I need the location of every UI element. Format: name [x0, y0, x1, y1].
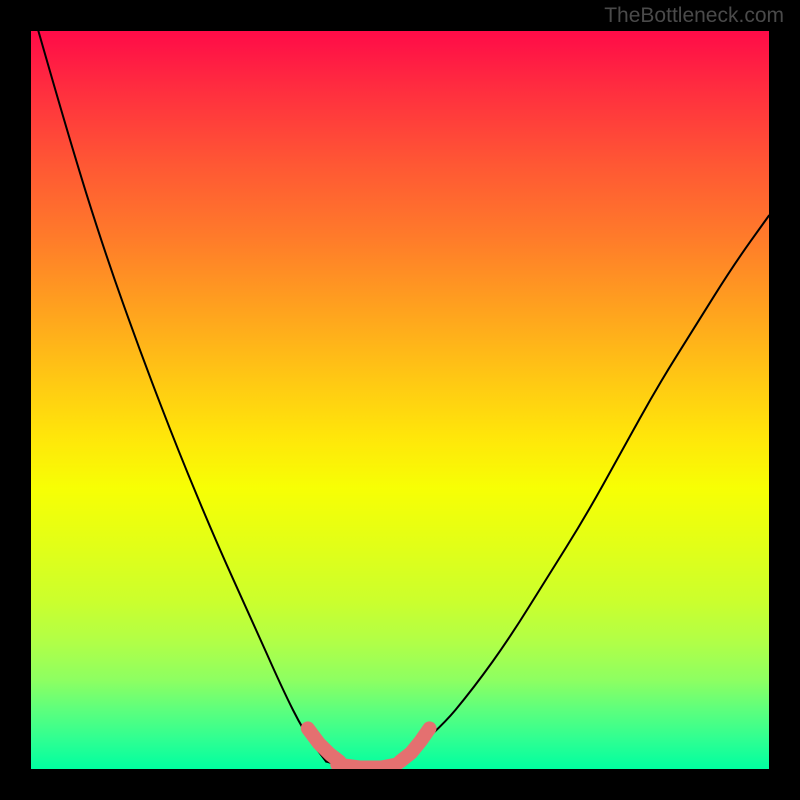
bottleneck-curve-left	[38, 31, 326, 762]
watermark-label: TheBottleneck.com	[604, 4, 784, 28]
chart-frame: TheBottleneck.com	[0, 0, 800, 800]
chart-svg	[31, 31, 769, 769]
highlight-right	[400, 728, 430, 761]
bottleneck-curve-right	[400, 216, 769, 762]
highlight-bottom	[337, 765, 396, 768]
highlight-left	[308, 728, 340, 761]
